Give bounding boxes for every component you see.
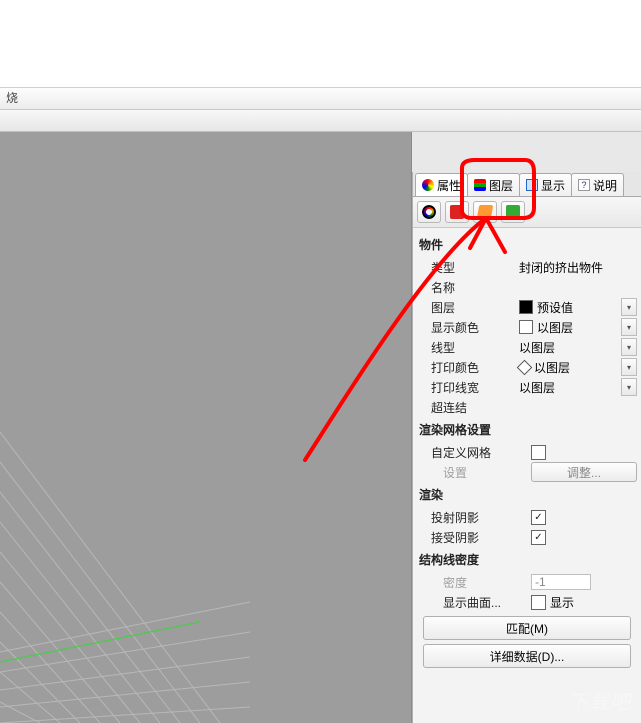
value-display-color[interactable]: 以图层 xyxy=(537,319,617,336)
row-layer: 图层 预设值 ▾ xyxy=(431,297,637,317)
tab-layers[interactable]: 图层 xyxy=(467,173,520,196)
tool-mapping[interactable] xyxy=(501,201,525,223)
value-type: 封闭的挤出物件 xyxy=(519,259,637,276)
main-toolbar-strip xyxy=(0,110,641,132)
label-cast-shadow: 投射阴影 xyxy=(431,509,531,526)
value-print-color[interactable]: 以图层 xyxy=(534,359,617,376)
layer-swatch xyxy=(519,300,533,314)
disp-color-dropdown[interactable]: ▾ xyxy=(621,318,637,336)
linetype-dropdown[interactable]: ▾ xyxy=(621,338,637,356)
display-icon xyxy=(526,179,538,191)
label-linetype: 线型 xyxy=(431,339,519,356)
window-titlebar: 烧 xyxy=(0,88,641,110)
value-linetype[interactable]: 以图层 xyxy=(519,339,617,356)
section-render: 渲染 xyxy=(417,482,637,507)
panel-gap xyxy=(412,132,641,172)
value-print-width[interactable]: 以图层 xyxy=(519,379,617,396)
label-density: 密度 xyxy=(443,574,531,591)
checkbox-receive-shadow[interactable]: ✓ xyxy=(531,530,546,545)
row-settings: 设置 调整... xyxy=(443,462,637,482)
properties-icon xyxy=(422,179,434,191)
label-print-color: 打印颜色 xyxy=(431,359,519,376)
input-density[interactable] xyxy=(531,574,591,590)
tab-label: 说明 xyxy=(593,177,617,194)
tab-help[interactable]: ? 说明 xyxy=(571,173,624,196)
adjust-button[interactable]: 调整... xyxy=(531,462,637,482)
label-hyperlink: 超连结 xyxy=(431,399,519,416)
row-receive-shadow: 接受阴影 ✓ xyxy=(431,527,637,547)
row-print-width: 打印线宽 以图层 ▾ xyxy=(431,377,637,397)
texture-icon xyxy=(477,205,493,219)
section-object: 物件 xyxy=(417,232,637,257)
checkbox-cast-shadow[interactable]: ✓ xyxy=(531,510,546,525)
row-cast-shadow: 投射阴影 ✓ xyxy=(431,507,637,527)
row-type: 类型 封闭的挤出物件 xyxy=(431,257,637,277)
panel-tabs: 属性 图层 显示 ? 说明 xyxy=(413,172,641,197)
material-icon xyxy=(450,205,464,219)
object-icon xyxy=(422,205,436,219)
row-linetype: 线型 以图层 ▾ xyxy=(431,337,637,357)
label-receive-shadow: 接受阴影 xyxy=(431,529,531,546)
help-icon: ? xyxy=(578,179,590,191)
details-button[interactable]: 详细数据(D)... xyxy=(423,644,631,668)
label-show-iso: 显示曲面... xyxy=(443,594,531,611)
perspective-grid xyxy=(0,132,412,723)
row-print-color: 打印颜色 以图层 ▾ xyxy=(431,357,637,377)
row-show-iso: 显示曲面... 显示 xyxy=(443,592,637,612)
label-display-color: 显示颜色 xyxy=(431,319,519,336)
row-hyperlink: 超连结 xyxy=(431,397,637,417)
properties-panel: 属性 图层 显示 ? 说明 物件 类型 封闭的挤出物件 名称 xyxy=(412,172,641,723)
tab-display[interactable]: 显示 xyxy=(519,173,572,196)
section-render-mesh: 渲染网格设置 xyxy=(417,417,637,442)
row-name: 名称 xyxy=(431,277,637,297)
layer-dropdown[interactable]: ▾ xyxy=(621,298,637,316)
label-custom-mesh: 自定义网格 xyxy=(431,444,531,461)
checkbox-custom-mesh[interactable] xyxy=(531,445,546,460)
row-custom-mesh: 自定义网格 xyxy=(431,442,637,462)
row-display-color: 显示颜色 以图层 ▾ xyxy=(431,317,637,337)
tool-object-props[interactable] xyxy=(417,201,441,223)
properties-toolbar xyxy=(413,197,641,228)
mapping-icon xyxy=(506,205,520,219)
properties-body: 物件 类型 封闭的挤出物件 名称 图层 预设值 ▾ 显示颜色 以图层 ▾ xyxy=(413,228,641,668)
tab-properties[interactable]: 属性 xyxy=(415,173,468,196)
section-isocurve: 结构线密度 xyxy=(417,547,637,572)
match-button[interactable]: 匹配(M) xyxy=(423,616,631,640)
layers-icon xyxy=(474,179,486,191)
tab-label: 显示 xyxy=(541,177,565,194)
tab-label: 图层 xyxy=(489,177,513,194)
label-settings: 设置 xyxy=(443,464,531,481)
tool-material[interactable] xyxy=(445,201,469,223)
label-type: 类型 xyxy=(431,259,519,276)
label-name: 名称 xyxy=(431,279,519,296)
app-header-blank xyxy=(0,0,641,88)
tab-label: 属性 xyxy=(437,177,461,194)
viewport[interactable] xyxy=(0,132,412,723)
print-color-swatch xyxy=(517,359,533,375)
label-show-iso-chk: 显示 xyxy=(550,594,574,611)
label-print-width: 打印线宽 xyxy=(431,379,519,396)
print-color-dropdown[interactable]: ▾ xyxy=(621,358,637,376)
row-density: 密度 xyxy=(443,572,637,592)
disp-color-swatch xyxy=(519,320,533,334)
label-layer: 图层 xyxy=(431,299,519,316)
checkbox-show-iso[interactable] xyxy=(531,595,546,610)
tool-texture[interactable] xyxy=(473,201,497,223)
value-layer[interactable]: 预设值 xyxy=(537,299,617,316)
print-width-dropdown[interactable]: ▾ xyxy=(621,378,637,396)
